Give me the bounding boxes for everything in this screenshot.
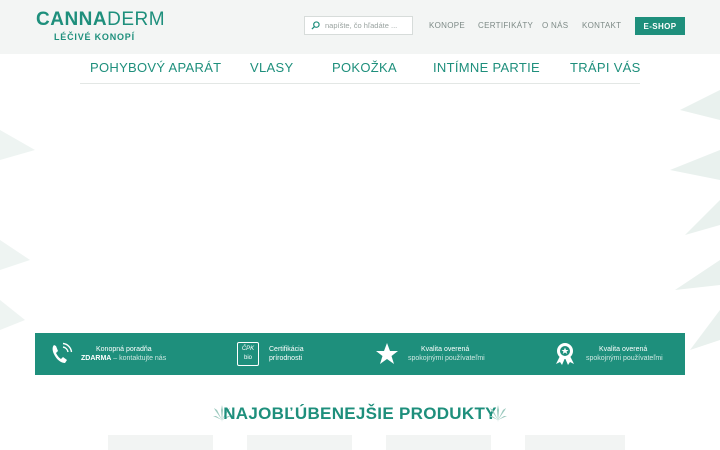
feature-advisory: Konopná poradňa ZDARMA – kontaktujte nás — [81, 345, 166, 363]
search-input[interactable] — [325, 21, 411, 30]
bio-certificate-icon-bottom: bio — [243, 355, 252, 361]
hemp-leaf-icon-right — [489, 405, 507, 422]
star-icon — [376, 343, 398, 364]
feature-certification-subtitle: prírodnosti — [269, 355, 303, 362]
category-vlasy[interactable]: VLASY — [250, 60, 293, 75]
hemp-leaf-decoration-right — [670, 90, 720, 350]
category-pokozka[interactable]: POKOŽKA — [332, 60, 397, 75]
feature-quality-2: Kvalita overená spokojnými používateľmi — [586, 345, 663, 363]
category-pohybovy-aparat[interactable]: POHYBOVÝ APARÁT — [90, 60, 221, 75]
feature-advisory-title: Konopná poradňa — [96, 346, 152, 353]
search-icon[interactable] — [311, 21, 320, 30]
category-intimne-partie[interactable]: INTÍMNE PARTIE — [433, 60, 540, 75]
feature-advisory-contact: – kontaktujte nás — [111, 355, 167, 362]
products-heading: NAJOBĽÚBENEJŠIE PRODUKTY — [223, 404, 497, 423]
feature-quality-2-title: Kvalita overená — [599, 346, 648, 353]
search-box[interactable] — [304, 16, 413, 35]
logo-wordmark: CANNADERM — [36, 9, 166, 30]
product-card[interactable] — [108, 435, 213, 450]
features-bar: Konopná poradňa ZDARMA – kontaktujte nás… — [35, 333, 685, 375]
category-trapi-vas[interactable]: TRÁPI VÁS — [570, 60, 641, 75]
nav-link-certifikaty[interactable]: CERTIFIKÁTY — [478, 21, 533, 30]
eshop-button[interactable]: E-SHOP — [635, 17, 685, 35]
bio-certificate-icon: ČPK bio — [237, 342, 259, 366]
feature-quality-1-title: Kvalita overená — [421, 346, 470, 353]
nav-link-konope[interactable]: KONOPE — [429, 21, 465, 30]
nav-link-o-nas[interactable]: O NÁS — [542, 21, 568, 30]
logo[interactable]: CANNADERM LÉČIVÉ KONOPÍ — [36, 9, 166, 43]
category-menu: POHYBOVÝ APARÁT VLASY POKOŽKA INTÍMNE PA… — [80, 54, 640, 84]
hemp-leaf-decoration-left — [0, 130, 35, 330]
product-card[interactable] — [247, 435, 352, 450]
nav-link-kontakt[interactable]: KONTAKT — [582, 21, 621, 30]
product-card[interactable] — [386, 435, 491, 450]
award-ribbon-icon — [556, 343, 574, 365]
site-header: CANNADERM LÉČIVÉ KONOPÍ KONOPE CERTIFIKÁ… — [0, 0, 720, 54]
feature-certification-title: Certifikácia — [269, 346, 304, 353]
product-card[interactable] — [525, 435, 625, 450]
phone-icon — [52, 342, 73, 363]
feature-quality-2-subtitle: spokojnými používateľmi — [586, 355, 663, 362]
feature-quality-1-subtitle: spokojnými používateľmi — [408, 355, 485, 362]
logo-tagline: LÉČIVÉ KONOPÍ — [54, 32, 135, 42]
feature-quality-1: Kvalita overená spokojnými používateľmi — [408, 345, 485, 363]
feature-certification: Certifikácia prírodnosti — [269, 345, 304, 363]
feature-advisory-free: ZDARMA — [81, 355, 112, 362]
bio-certificate-icon-top: ČPK — [241, 346, 255, 352]
